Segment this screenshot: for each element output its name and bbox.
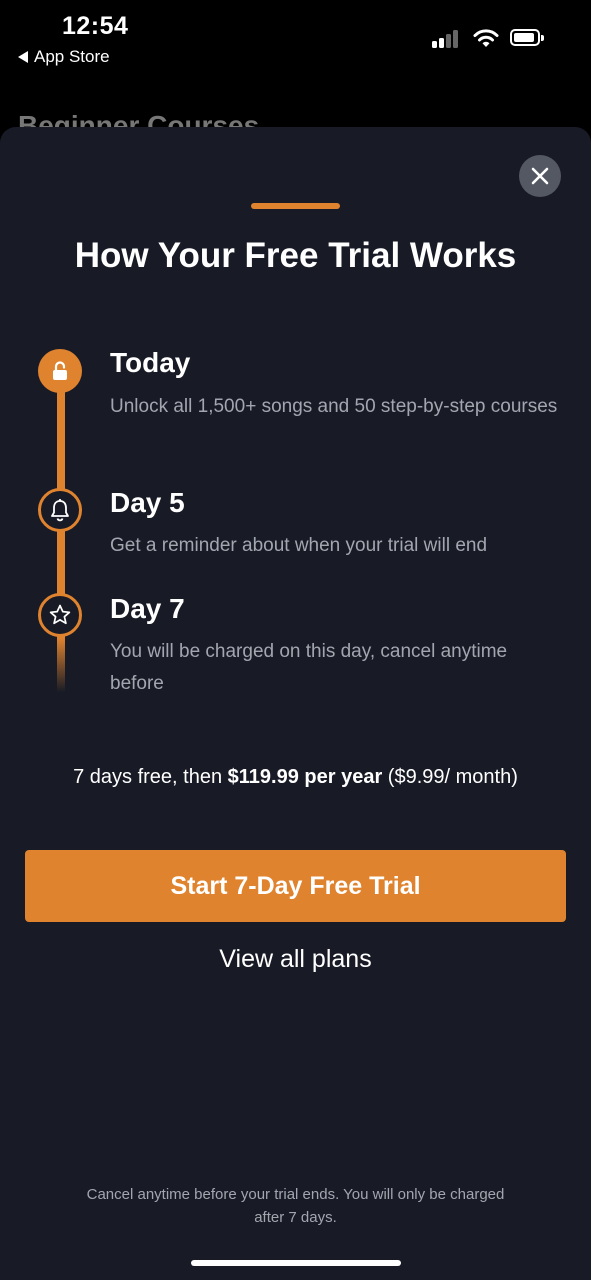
step-day5-description: Get a reminder about when your trial wil… <box>110 535 488 556</box>
footer-disclaimer: Cancel anytime before your trial ends. Y… <box>86 1186 505 1226</box>
close-icon <box>531 167 549 185</box>
status-time: 12:54 <box>62 12 129 40</box>
wifi-icon <box>473 29 499 47</box>
step-today-description: Unlock all 1,500+ songs and 50 step-by-s… <box>110 396 558 417</box>
sheet-title: How Your Free Trial Works <box>74 236 517 275</box>
step-today-marker <box>38 349 82 393</box>
pricing-prefix: 7 days free, then <box>73 766 228 788</box>
timeline-rail <box>57 392 65 692</box>
step-day7-title: Day 7 <box>110 593 185 624</box>
pricing-price: $119.99 per year <box>227 766 383 788</box>
home-indicator[interactable] <box>191 1260 401 1266</box>
back-arrow-icon <box>18 51 28 63</box>
status-bar: 12:54 App Store <box>0 0 591 80</box>
step-day7-marker <box>38 593 82 637</box>
bell-icon <box>51 499 69 522</box>
free-trial-sheet <box>0 127 591 1280</box>
cellular-signal-icon <box>432 30 464 48</box>
unlock-icon <box>53 361 67 380</box>
step-day5-marker <box>38 488 82 532</box>
back-to-app-store[interactable]: App Store <box>18 47 110 67</box>
sheet-handle-accent <box>251 203 340 209</box>
start-free-trial-button[interactable]: Start 7-Day Free Trial <box>25 850 566 922</box>
battery-icon <box>510 29 544 46</box>
back-app-label: App Store <box>34 47 110 66</box>
step-day5-title: Day 5 <box>110 487 185 518</box>
step-today-title: Today <box>110 347 191 378</box>
step-day7-description: You will be charged on this day, cancel … <box>110 641 508 694</box>
close-button[interactable] <box>519 155 561 197</box>
star-icon <box>49 604 71 625</box>
pricing-suffix: ($9.99/ month) <box>382 766 518 788</box>
pricing-text: 7 days free, then $119.99 per year ($9.9… <box>60 761 531 793</box>
view-all-plans-link[interactable]: View all plans <box>0 945 591 974</box>
